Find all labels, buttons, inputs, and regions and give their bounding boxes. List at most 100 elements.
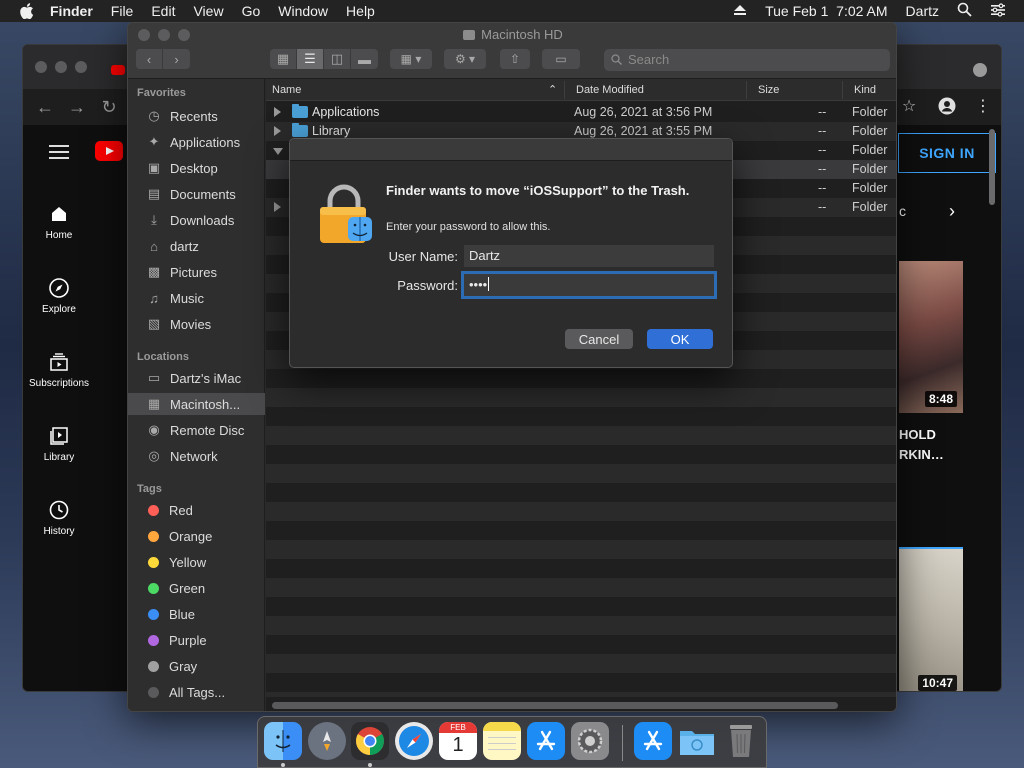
video-thumbnail[interactable]: 8:48 [899,261,963,413]
sidebar-item-music[interactable]: ♫ Music [128,287,265,309]
disclosure-triangle-icon[interactable] [274,202,281,212]
spotlight-icon[interactable] [957,2,972,20]
sidebar-tag-gray[interactable]: Gray [128,655,265,677]
share-icon[interactable]: ⇧ [500,49,530,69]
action-gear-icon[interactable]: ⚙ ▾ [444,49,486,69]
downloads-folder-dock-icon[interactable] [678,722,716,760]
column-header-date[interactable]: Date Modified [576,84,644,96]
column-header-size[interactable]: Size [758,84,779,96]
nav-home[interactable]: Home [23,203,95,241]
sidebar-item-network[interactable]: ◎ Network [128,445,265,467]
menu-clock[interactable]: Tue Feb 1 7:02 AM [765,3,887,19]
username-field[interactable]: Dartz [464,245,714,267]
chrome-dock-icon[interactable] [351,722,389,760]
profile-icon[interactable] [937,97,957,117]
cancel-button[interactable]: Cancel [565,329,633,349]
horizontal-scrollbar[interactable] [272,702,838,709]
sidebar-item-downloads[interactable]: ⤓ Downloads [128,209,265,231]
back-icon[interactable]: ← [35,97,55,117]
nav-explore[interactable]: Explore [23,277,95,315]
nav-home-label: Home [45,230,73,241]
more-menu-icon[interactable]: ⋮ [973,97,993,117]
gallery-view-icon[interactable]: ▬ [351,49,378,69]
sidebar-tag-orange[interactable]: Orange [128,525,265,547]
vertical-scrollbar[interactable] [989,129,995,205]
nav-history[interactable]: History [23,499,95,537]
menu-go[interactable]: Go [242,3,261,19]
launchpad-dock-icon[interactable] [308,722,346,760]
disclosure-triangle-icon[interactable] [274,107,281,117]
sidebar-tag-purple[interactable]: Purple [128,629,265,651]
apple-menu-icon[interactable] [18,2,36,20]
calendar-dock-icon[interactable]: FEB 1 [439,722,477,760]
sidebar-item-imac[interactable]: ▭ Dartz's iMac [128,367,265,389]
favorites-heading: Favorites [137,87,186,99]
sidebar-item-macintosh-hd[interactable]: ▦ Macintosh... [128,393,265,415]
sidebar-item-remote-disc[interactable]: ◉ Remote Disc [128,419,265,441]
trash-dock-icon[interactable] [722,722,760,760]
group-by-button[interactable]: ▦ ▾ [390,49,432,69]
nav-library[interactable]: Library [23,425,95,463]
bookmark-star-icon[interactable]: ☆ [899,97,919,117]
nav-subscriptions-label: Subscriptions [28,378,90,389]
tag-icon[interactable]: ▭ [542,49,580,69]
video-thumbnail[interactable]: 10:47 [899,547,963,691]
sidebar-all-tags[interactable]: All Tags... [128,681,265,703]
video-title[interactable]: HOLD RKIN… [899,425,944,465]
sidebar-item-recents[interactable]: ◷ Recents [128,105,265,127]
file-row[interactable]: Applications Aug 26, 2021 at 3:56 PM -- … [266,103,896,122]
window-title-text: Macintosh HD [481,27,563,42]
minimize-button[interactable] [55,61,67,73]
nav-subscriptions[interactable]: Subscriptions [23,351,95,389]
sidebar-item-dartz[interactable]: ⌂ dartz [128,235,265,257]
menu-window[interactable]: Window [278,3,328,19]
chevron-down-icon[interactable] [973,63,987,77]
sidebar-tag-red[interactable]: Red [128,499,265,521]
file-date: Aug 26, 2021 at 3:55 PM [574,124,713,138]
home-icon: ⌂ [150,238,158,254]
sidebar-item-label: Desktop [170,160,218,176]
finder-dock-icon[interactable] [264,722,302,760]
list-view-icon[interactable]: ☰ [297,49,324,69]
sidebar-tag-yellow[interactable]: Yellow [128,551,265,573]
sidebar-tag-green[interactable]: Green [128,577,265,599]
notes-dock-icon[interactable] [483,722,521,760]
forward-icon[interactable]: › [163,49,190,69]
ok-button[interactable]: OK [647,329,713,349]
column-header-kind[interactable]: Kind [854,84,876,96]
disclosure-triangle-icon[interactable] [273,148,283,155]
sidebar-item-pictures[interactable]: ▩ Pictures [128,261,265,283]
hamburger-menu-icon[interactable] [49,145,69,159]
app-store-folder-dock-icon[interactable] [634,722,672,760]
column-header-name[interactable]: Name [272,84,301,96]
column-view-icon[interactable]: ◫ [324,49,351,69]
back-icon[interactable]: ‹ [136,49,163,69]
search-input[interactable]: Search [604,49,890,71]
sidebar-tag-blue[interactable]: Blue [128,603,265,625]
sidebar-item-movies[interactable]: ▧ Movies [128,313,265,335]
menu-user[interactable]: Dartz [906,3,939,19]
safari-dock-icon[interactable] [395,722,433,760]
sidebar-item-desktop[interactable]: ▣ Desktop [128,157,265,179]
youtube-logo-icon[interactable] [95,141,123,161]
menu-app-name[interactable]: Finder [50,3,93,19]
password-field[interactable]: •••• [464,274,714,296]
menu-help[interactable]: Help [346,3,375,19]
zoom-button[interactable] [75,61,87,73]
app-store-dock-icon[interactable] [527,722,565,760]
eject-icon[interactable] [733,3,747,19]
menu-file[interactable]: File [111,3,134,19]
forward-icon[interactable]: → [67,97,87,117]
menu-edit[interactable]: Edit [151,3,175,19]
chip-next-icon[interactable]: › [949,201,955,222]
close-button[interactable] [35,61,47,73]
control-center-icon[interactable] [990,2,1006,20]
sign-in-button[interactable]: SIGN IN [898,133,996,173]
reload-icon[interactable]: ↻ [99,97,119,117]
sidebar-item-documents[interactable]: ▤ Documents [128,183,265,205]
menu-view[interactable]: View [193,3,223,19]
system-preferences-dock-icon[interactable] [571,722,609,760]
disclosure-triangle-icon[interactable] [274,126,281,136]
icon-view-icon[interactable]: ▦ [270,49,297,69]
sidebar-item-applications[interactable]: ✦ Applications [128,131,265,153]
